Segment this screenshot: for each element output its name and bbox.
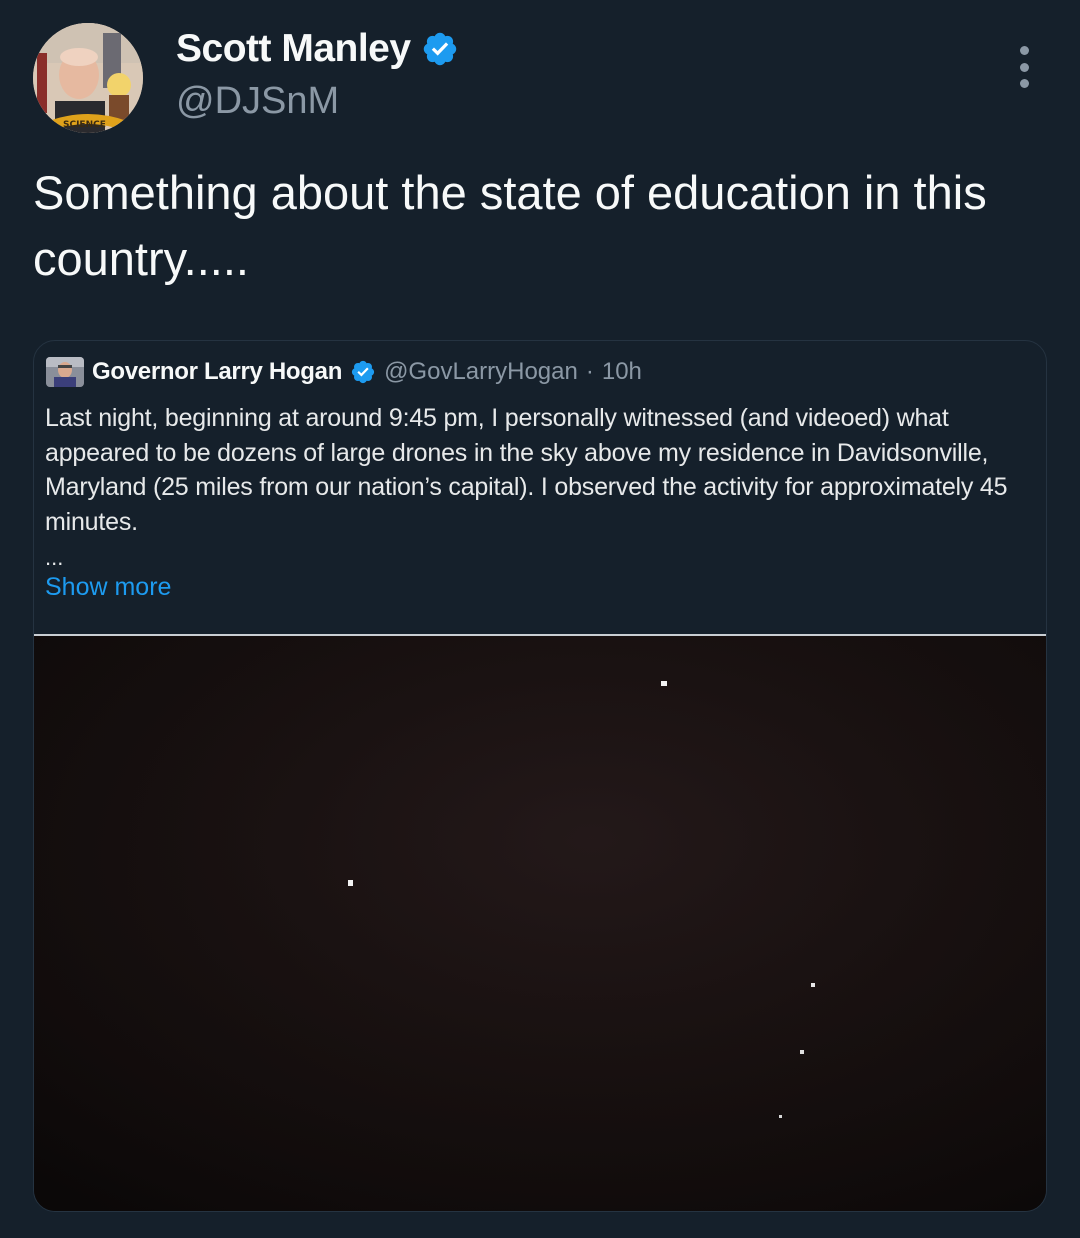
quoted-text-ellipsis: ... — [45, 545, 64, 570]
quoted-tweet-media[interactable] — [34, 634, 1046, 1211]
avatar-badge-text: SCIENCE — [63, 120, 106, 130]
drone-light — [661, 681, 667, 686]
drone-light — [800, 1050, 804, 1054]
author-name-row: Scott Manley — [176, 27, 459, 71]
author-avatar-image: SCIENCE — [33, 23, 143, 133]
quoted-author-avatar-image — [46, 357, 84, 387]
quoted-tweet-text: Last night, beginning at around 9:45 pm,… — [45, 404, 1008, 536]
author-display-name[interactable]: Scott Manley — [176, 27, 411, 71]
author-avatar[interactable]: SCIENCE — [33, 23, 143, 133]
quoted-author-display-name[interactable]: Governor Larry Hogan — [92, 358, 342, 386]
drone-light — [811, 983, 815, 987]
quoted-tweet-header: Governor Larry Hogan @GovLarryHogan · 10… — [46, 357, 642, 387]
quoted-author-avatar[interactable] — [46, 357, 84, 387]
night-sky-image — [34, 636, 1046, 1211]
quoted-author-handle[interactable]: @GovLarryHogan — [384, 358, 578, 386]
tweet-text: Something about the state of education i… — [33, 166, 1000, 285]
author-handle[interactable]: @DJSnM — [176, 80, 339, 123]
verified-badge-icon — [351, 360, 375, 384]
more-dot — [1019, 46, 1029, 55]
quoted-tweet-card[interactable]: Governor Larry Hogan @GovLarryHogan · 10… — [33, 340, 1047, 1212]
quoted-separator: · — [585, 358, 594, 385]
drone-light — [779, 1115, 782, 1118]
verified-badge-icon — [423, 32, 456, 66]
quoted-timestamp[interactable]: 10h — [602, 358, 642, 386]
more-options-icon[interactable] — [1010, 46, 1038, 88]
more-dot — [1019, 79, 1029, 88]
more-dot — [1019, 62, 1029, 72]
show-more-link[interactable]: Show more — [45, 573, 171, 602]
drone-light — [348, 880, 353, 886]
tweet: SCIENCE Scott Manley @DJSnM Something ab… — [0, 0, 1080, 1238]
